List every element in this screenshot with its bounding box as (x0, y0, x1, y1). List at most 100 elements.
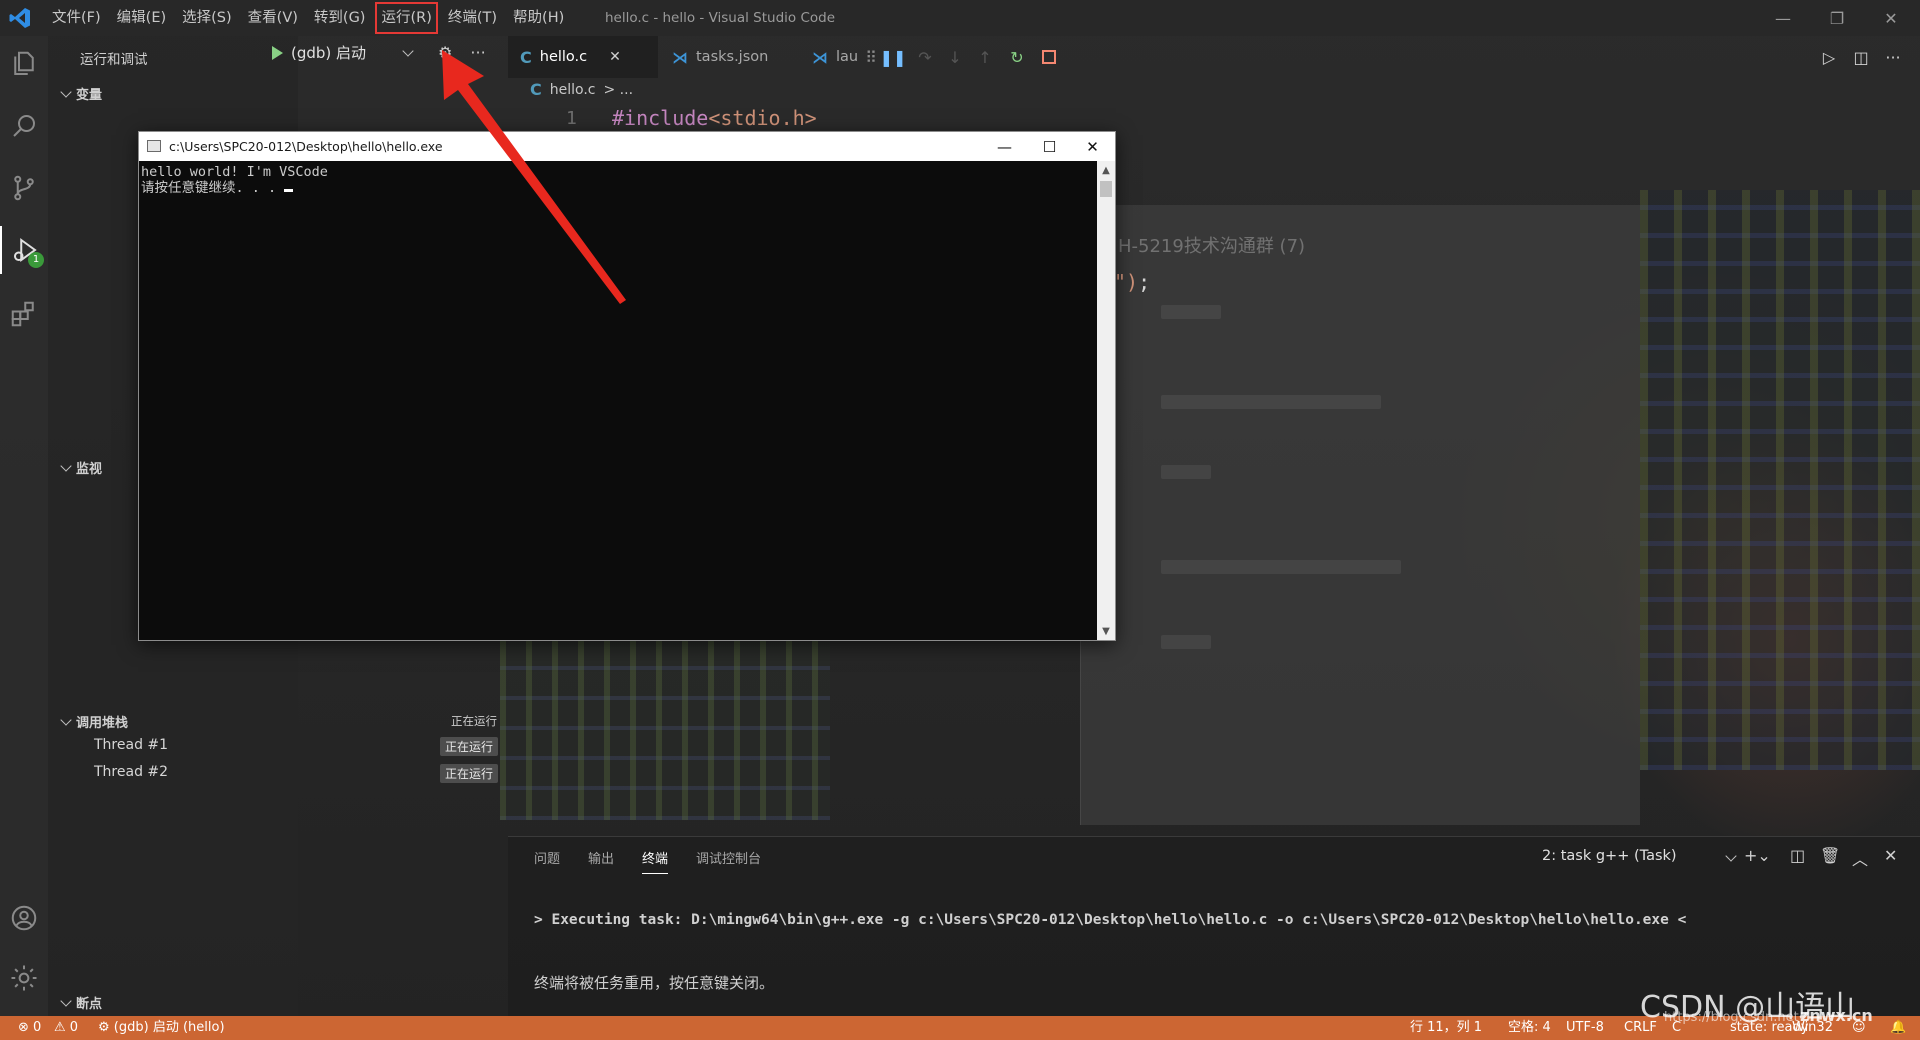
console-minimize-button[interactable]: — (982, 132, 1027, 161)
restart-icon[interactable]: ↻ (1004, 44, 1030, 70)
window-close-button[interactable]: ✕ (1868, 0, 1914, 36)
close-icon[interactable]: ✕ (609, 49, 621, 65)
code-header: <stdio.h> (708, 106, 817, 130)
thread-item[interactable]: Thread #1 (94, 737, 168, 753)
breadcrumb-file[interactable]: hello.c (550, 82, 596, 98)
console-output[interactable]: hello world! I'm VSCode 请按任意键继续. . . (139, 161, 1097, 640)
console-maximize-button[interactable]: ☐ (1027, 132, 1072, 161)
terminal-select-value: 2: task g++ (Task) (1542, 848, 1677, 864)
code-line[interactable]: #include<stdio.h> (612, 106, 817, 130)
window-title: hello.c - hello - Visual Studio Code (604, 10, 836, 26)
tab-tasks-json[interactable]: ⋊ tasks.json (660, 36, 780, 78)
console-app-icon (147, 140, 161, 152)
run-config-label[interactable]: (gdb) 启动 (291, 42, 366, 63)
cursor-position[interactable]: 行 11，列 1 (1410, 1016, 1482, 1040)
encoding[interactable]: UTF-8 (1566, 1016, 1604, 1040)
section-watch[interactable]: 监视 (60, 458, 103, 477)
background-pcb-window (1640, 190, 1920, 770)
vscode-file-icon: ⋊ (672, 47, 688, 67)
split-terminal-icon[interactable]: ◫ (1790, 846, 1805, 865)
background-chat-title: H-5219技术沟通群 (7) (1118, 236, 1306, 257)
extensions-icon[interactable] (0, 290, 48, 338)
tab-terminal[interactable]: 终端 (642, 848, 669, 874)
window-minimize-button[interactable]: — (1760, 0, 1806, 36)
indentation[interactable]: 空格: 4 (1508, 1016, 1551, 1040)
console-close-button[interactable]: ✕ (1070, 132, 1115, 161)
watermark-url: https://blog.csdn.net (1664, 1010, 1799, 1025)
errors-indicator[interactable]: ⊗ 0 (18, 1016, 41, 1040)
tab-debug-console[interactable]: 调试控制台 (696, 848, 761, 874)
gear-icon[interactable]: ⚙ (438, 43, 452, 62)
tab-hello-c[interactable]: C hello.c ✕ (508, 36, 658, 78)
source-control-icon[interactable] (0, 164, 48, 212)
chevron-down-icon (1725, 850, 1737, 862)
trash-icon[interactable]: 🗑 (1820, 846, 1840, 865)
watermark-brand: znwx.cn (1800, 1006, 1873, 1025)
debug-icon: ⚙ (98, 1020, 114, 1035)
tab-label: tasks.json (696, 49, 769, 65)
tab-output[interactable]: 输出 (588, 848, 614, 874)
ghost-text (1161, 465, 1211, 479)
close-panel-icon[interactable]: ✕ (1884, 846, 1897, 865)
notifications-icon[interactable]: 🔔 (1890, 1016, 1906, 1040)
vscode-file-icon: ⋊ (812, 47, 828, 67)
sidebar-title: 运行和调试 (80, 52, 148, 68)
section-watch-label: 监视 (76, 462, 103, 477)
chevron-down-icon (60, 85, 72, 98)
terminal-select[interactable]: 2: task g++ (Task) (1542, 848, 1737, 864)
thread-item[interactable]: Thread #2 (94, 764, 168, 780)
step-out-icon[interactable]: ↑ (972, 44, 998, 70)
new-terminal-icon[interactable]: +⌄ (1744, 846, 1771, 865)
ghost-text (1161, 635, 1211, 649)
maximize-panel-icon[interactable]: ︿ (1852, 846, 1868, 870)
step-into-icon[interactable]: ↓ (942, 44, 968, 70)
section-call-stack[interactable]: 调用堆栈 (60, 712, 128, 731)
more-actions-icon[interactable]: ··· (1880, 44, 1906, 70)
debug-config-indicator[interactable]: ⚙ (gdb) 启动 (hello) (98, 1016, 225, 1040)
settings-gear-icon[interactable] (0, 954, 48, 1002)
code-keyword: #include (612, 106, 709, 130)
debug-count-badge: 1 (28, 252, 44, 268)
chevron-down-icon[interactable] (402, 44, 414, 57)
scrollbar-thumb[interactable] (1100, 181, 1112, 197)
run-file-icon[interactable]: ▷ (1816, 44, 1842, 70)
console-line-prompt: 请按任意键继续. . . (141, 180, 1095, 196)
pause-icon[interactable]: ❚❚ (880, 44, 907, 70)
scroll-up-arrow-icon[interactable]: ▲ (1097, 161, 1115, 179)
tab-problems[interactable]: 问题 (534, 848, 560, 874)
text-cursor (284, 189, 294, 192)
section-variables[interactable]: 变量 (60, 84, 103, 103)
console-line: 请按任意键继续. . . (141, 180, 285, 196)
code-line[interactable]: "); (1114, 270, 1150, 294)
console-scrollbar[interactable]: ▲ ▼ (1097, 161, 1115, 640)
section-breakpoints[interactable]: 断点 (60, 993, 102, 1012)
step-over-icon[interactable]: ↷ (912, 44, 938, 70)
more-actions-icon[interactable]: ··· (470, 43, 485, 62)
thread-status-badge: 正在运行 (440, 737, 499, 756)
background-chat-window (1080, 205, 1640, 825)
warnings-indicator[interactable]: ⚠ 0 (54, 1016, 78, 1040)
search-icon[interactable] (0, 102, 48, 150)
run-debug-icon[interactable] (0, 226, 48, 274)
chevron-down-icon (60, 994, 72, 1007)
breadcrumb-symbol[interactable]: > ... (603, 82, 633, 98)
section-variables-label: 变量 (76, 88, 103, 103)
stop-icon[interactable] (1036, 44, 1062, 70)
ghost-text (1161, 560, 1401, 574)
explorer-icon[interactable] (0, 40, 48, 88)
terminal-line: 终端将被任务重用，按任意键关闭。 (534, 974, 775, 992)
console-window[interactable]: c:\Users\SPC20-012\Desktop\hello\hello.e… (138, 131, 1116, 641)
scroll-down-arrow-icon[interactable]: ▼ (1097, 622, 1115, 640)
chevron-down-icon (60, 459, 72, 472)
status-bar: ⊗ 0 ⚠ 0 ⚙ (gdb) 启动 (hello) 行 11，列 1 空格: … (0, 1016, 1920, 1040)
terminal-line: > Executing task: D:\mingw64\bin\g++.exe… (534, 912, 1687, 928)
chevron-down-icon (60, 713, 72, 726)
c-file-icon: C (520, 47, 532, 67)
start-debugging-icon[interactable] (272, 45, 283, 60)
split-editor-icon[interactable]: ◫ (1848, 44, 1874, 70)
breadcrumb[interactable]: C hello.c > ... (530, 80, 633, 99)
account-icon[interactable] (0, 894, 48, 942)
run-config-selector[interactable]: (gdb) 启动 ⚙ ··· (272, 42, 486, 63)
window-restore-button[interactable]: ❐ (1814, 0, 1860, 36)
line-number: 1 (566, 108, 577, 129)
